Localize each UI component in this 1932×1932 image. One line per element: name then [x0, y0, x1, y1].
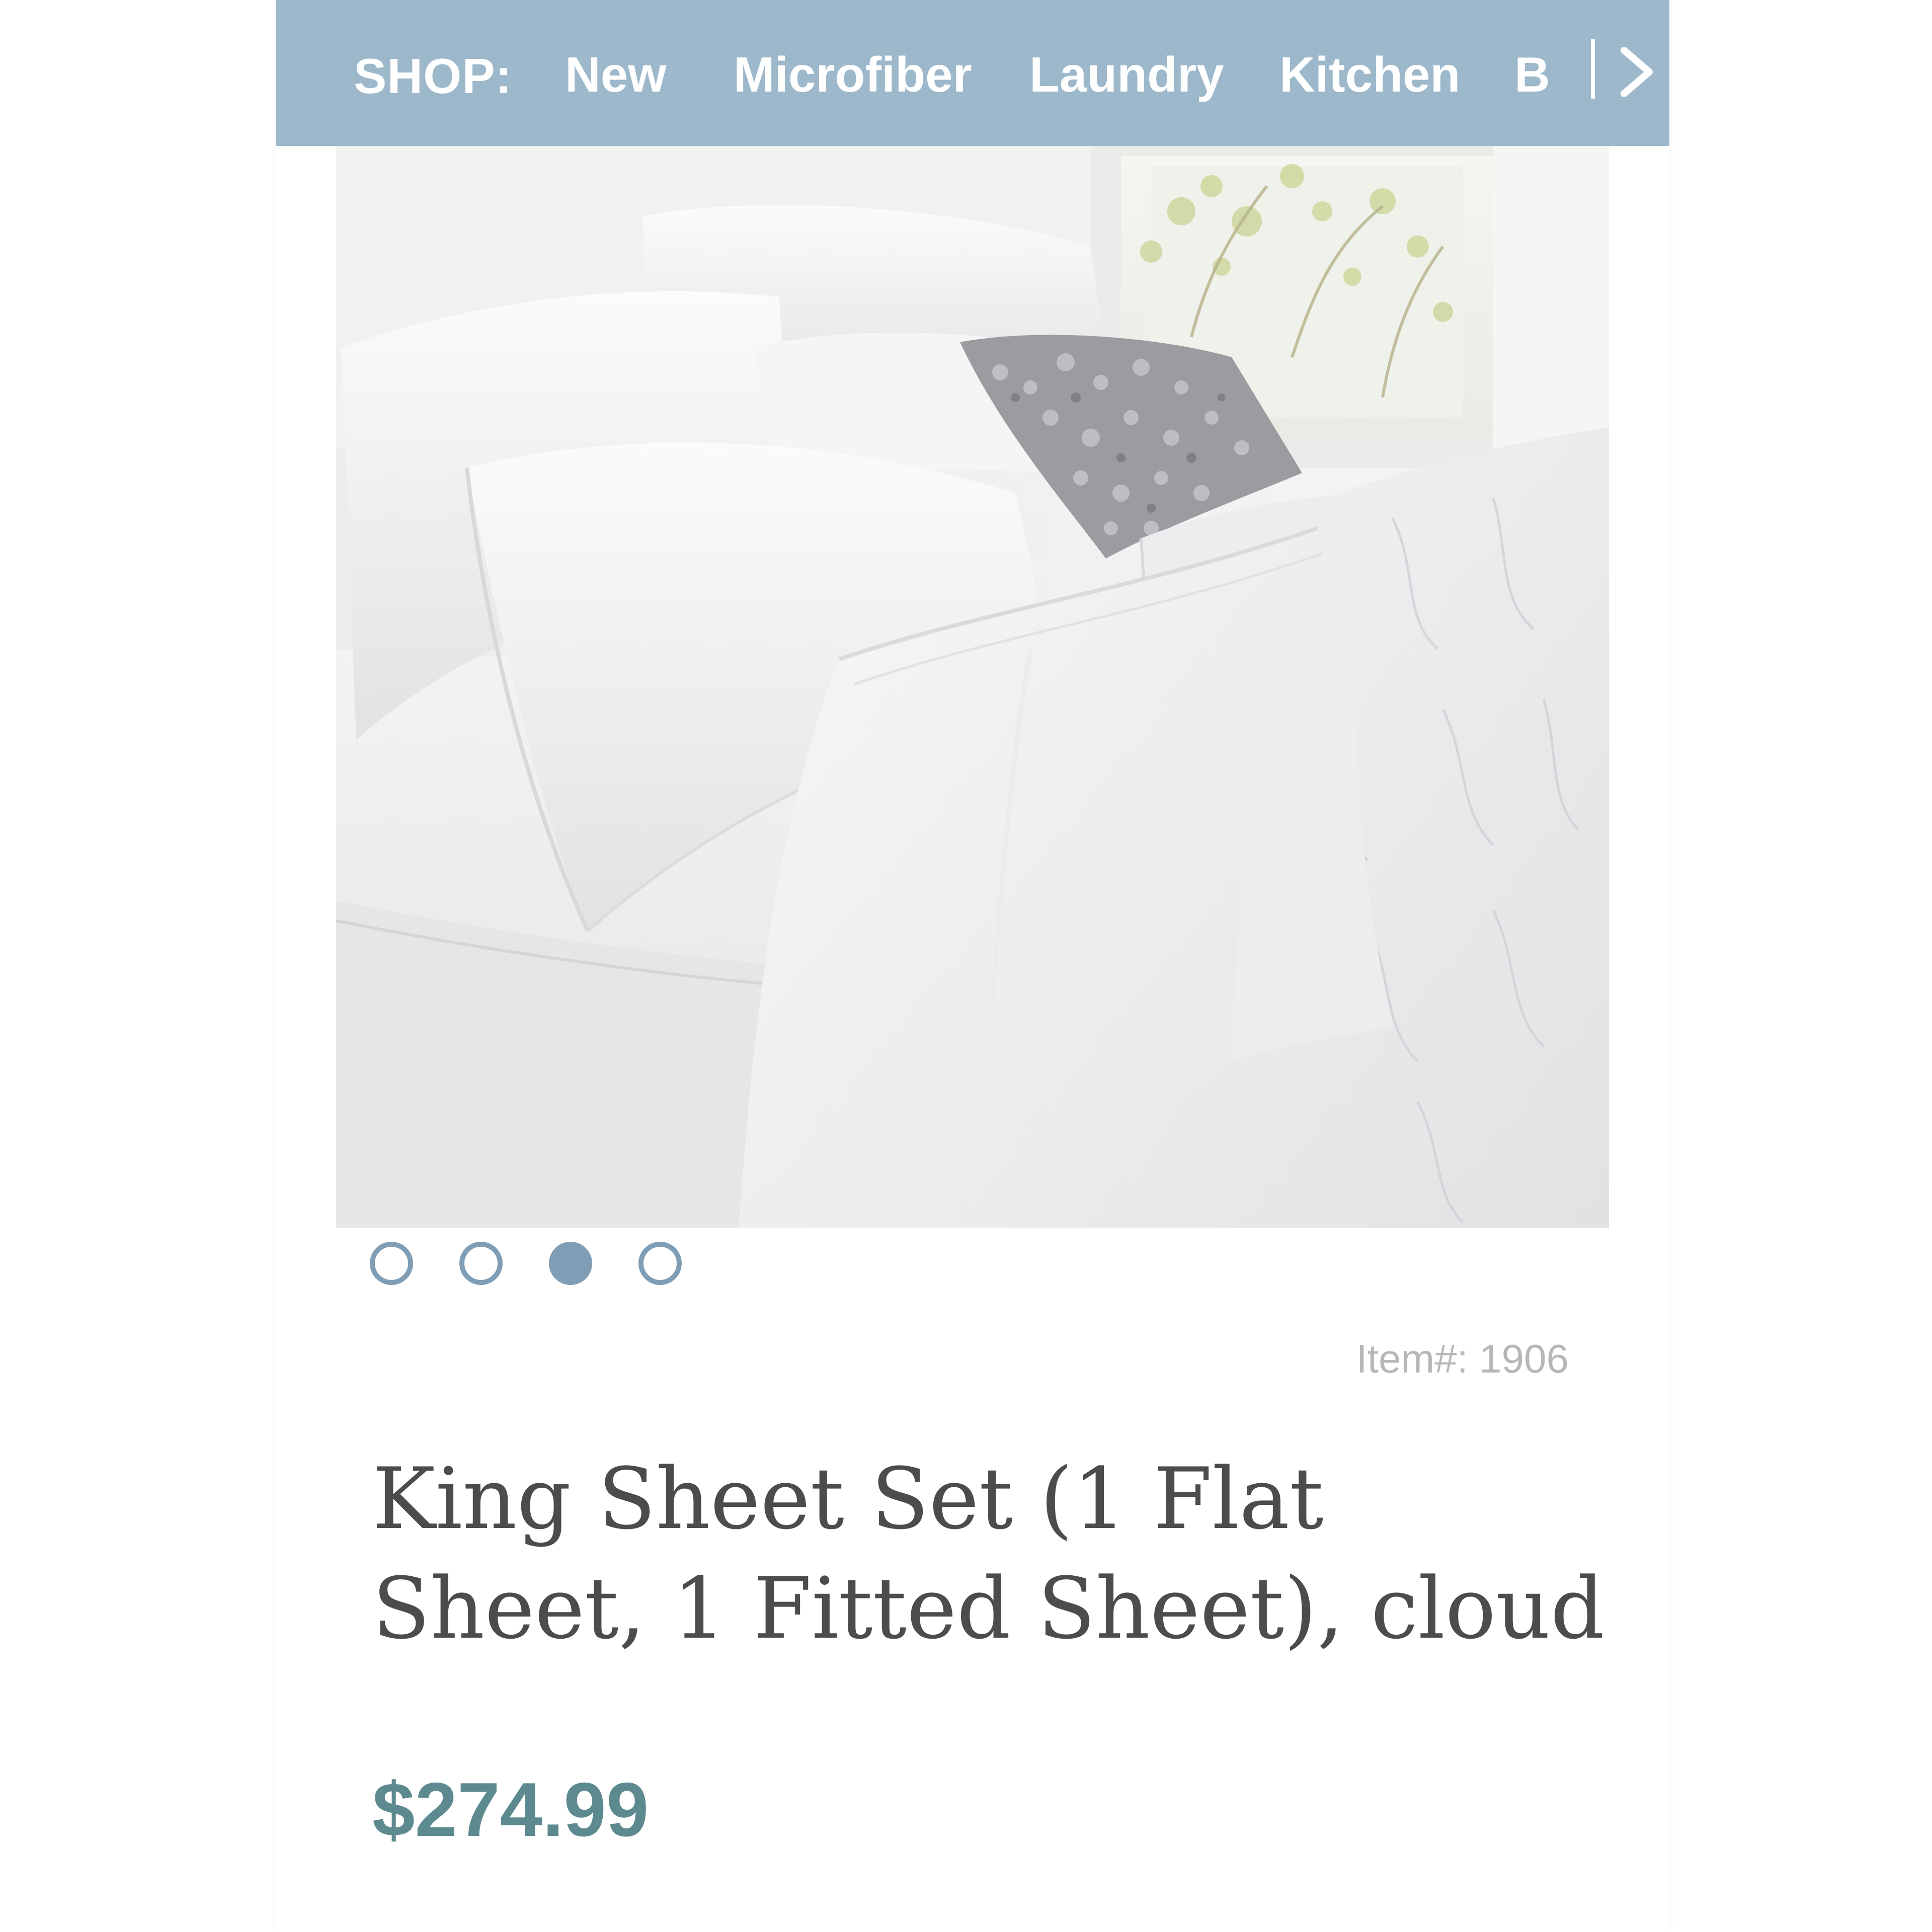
- product-page: SHOP: New Microfiber Laundry Kitchen B I…: [0, 0, 1932, 1932]
- nav-item-kitchen[interactable]: Kitchen: [1279, 46, 1460, 103]
- shop-label: SHOP:: [354, 48, 513, 104]
- nav-divider: [1591, 39, 1595, 99]
- carousel-dot-4[interactable]: [638, 1242, 682, 1285]
- carousel-dot-2[interactable]: [459, 1242, 503, 1285]
- product-title: King Sheet Set (1 Flat Sheet, 1 Fitted S…: [372, 1450, 1605, 1658]
- shop-nav-bar: SHOP: New Microfiber Laundry Kitchen B: [276, 0, 1669, 146]
- item-number: Item#: 1906: [1356, 1336, 1569, 1381]
- chevron-right-icon[interactable]: [1614, 44, 1659, 100]
- carousel-dot-1[interactable]: [370, 1242, 413, 1285]
- product-price: $274.99: [372, 1767, 649, 1853]
- nav-item-laundry[interactable]: Laundry: [1029, 46, 1224, 103]
- carousel-dot-3[interactable]: [549, 1242, 592, 1285]
- product-image: [336, 146, 1609, 1228]
- nav-item-new[interactable]: New: [565, 46, 667, 103]
- nav-item-b[interactable]: B: [1514, 46, 1550, 103]
- nav-item-microfiber[interactable]: Microfiber: [734, 46, 972, 103]
